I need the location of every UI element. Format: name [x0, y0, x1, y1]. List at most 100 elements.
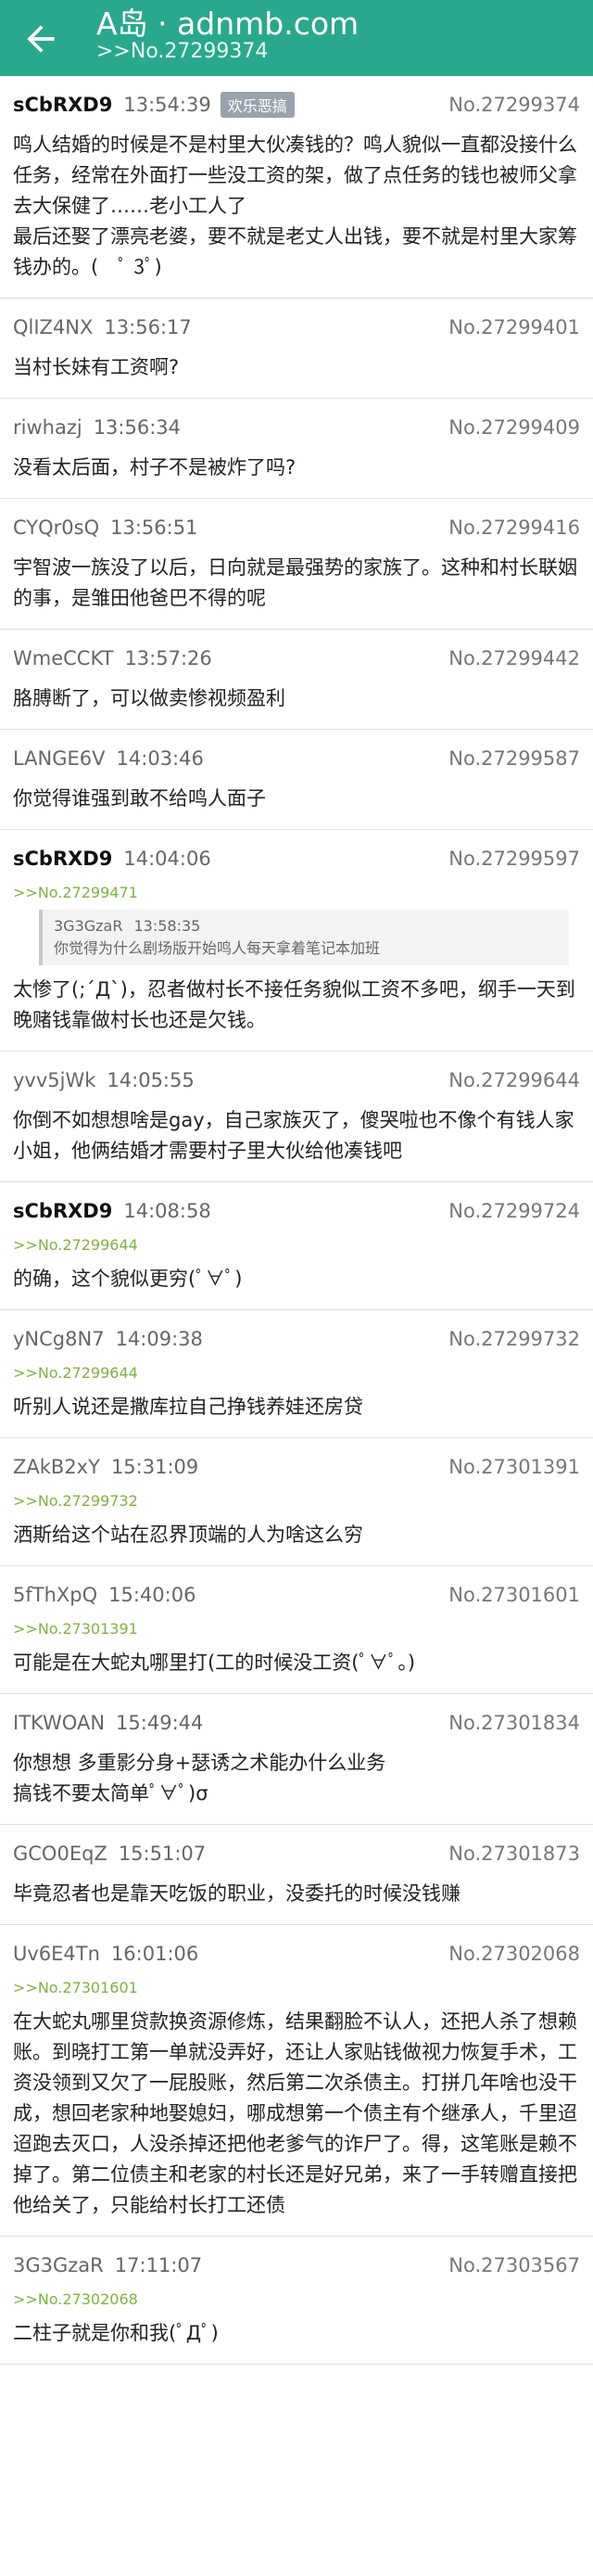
post-content: 你倒不如想想啥是gay，自己家族灭了，傻哭啦也不像个有钱人家小姐，他俩结婚才需要… [13, 1109, 574, 1162]
post-content: 太惨了(;´Д`)，忍者做村长不接任务貌似工资不多吧，纲手一天到晚赌钱靠做村长也… [13, 978, 575, 1031]
reply-post[interactable]: LANGE6V 14:03:46 No.27299587 你觉得谁强到敢不给鸣人面子 [0, 730, 593, 830]
post-content: 在大蛇丸哪里贷款换资源修炼，结果翻脸不认人，还把人杀了想赖账。到晓打工第一单就没… [13, 2010, 577, 2216]
reply-reference-link[interactable]: >>No.27299644 [13, 1364, 580, 1383]
reply-post[interactable]: 5fThXpQ 15:40:06 No.27301601 >>No.27301391 可… [0, 1566, 593, 1694]
reply-reference-link[interactable]: >>No.27299471 [13, 884, 580, 902]
post-meta: yvv5jWk 14:05:55 No.27299644 [13, 1065, 580, 1096]
post-user-id: sCbRXD9 [13, 848, 113, 870]
reply-post[interactable]: sCbRXD9 13:54:39 欢乐恶搞 No.27299374 鸣人结婚的时候是不是… [0, 76, 593, 299]
post-user-id: QlIZ4NX [13, 316, 94, 338]
post-time: 14:03:46 [116, 747, 204, 770]
post-meta: sCbRXD9 13:54:39 欢乐恶搞 No.27299374 [13, 89, 580, 121]
post-content: 听别人说还是撒库拉自己挣钱养娃还房贷 [13, 1396, 363, 1418]
post-user-id: sCbRXD9 [13, 1200, 113, 1222]
post-time: 13:56:51 [110, 516, 198, 539]
post-time: 14:09:38 [115, 1328, 203, 1350]
reply-reference-link[interactable]: >>No.27299732 [13, 1492, 580, 1511]
post-number[interactable]: No.27299587 [448, 747, 580, 770]
post-meta: sCbRXD9 14:04:06 No.27299597 [13, 843, 580, 874]
reply-reference-link[interactable]: >>No.27299644 [13, 1236, 580, 1255]
reply-post[interactable]: sCbRXD9 14:08:58 No.27299724 >>No.27299644 的… [0, 1182, 593, 1310]
reply-post[interactable]: yNCg8N7 14:09:38 No.27299732 >>No.27299644 听… [0, 1310, 593, 1438]
post-meta: sCbRXD9 14:08:58 No.27299724 [13, 1195, 580, 1227]
reply-reference-link[interactable]: >>No.27301601 [13, 1979, 580, 1997]
post-number[interactable]: No.27299644 [448, 1069, 580, 1091]
post-user-id: sCbRXD9 [13, 94, 113, 116]
post-number[interactable]: No.27299416 [448, 516, 580, 539]
post-content: 没看太后面，村子不是被炸了吗? [13, 456, 296, 478]
post-time: 13:56:17 [104, 316, 192, 338]
post-number[interactable]: No.27299732 [448, 1328, 580, 1350]
reply-post[interactable]: ITKWOAN 15:49:44 No.27301834 你想想 多重影分身+瑟诱之术… [0, 1694, 593, 1825]
post-number[interactable]: No.27299401 [448, 316, 580, 338]
reply-post[interactable]: sCbRXD9 14:04:06 No.27299597 >>No.27299471 3… [0, 830, 593, 1052]
post-number[interactable]: No.27299374 [448, 94, 580, 116]
post-content: 当村长妹有工资啊? [13, 356, 180, 378]
post-user-id: yvv5jWk [13, 1069, 96, 1091]
post-meta: CYQr0sQ 13:56:51 No.27299416 [13, 512, 580, 543]
post-time: 15:40:06 [108, 1584, 196, 1606]
post-content: 毕竟忍者也是靠天吃饭的职业，没委托的时候没钱赚 [13, 1882, 461, 1905]
reply-post[interactable]: Uv6E4Tn 16:01:06 No.27302068 >>No.27301601 在… [0, 1925, 593, 2237]
post-meta: QlIZ4NX 13:56:17 No.27299401 [13, 312, 580, 343]
back-arrow-icon[interactable] [20, 19, 61, 59]
post-user-id: LANGE6V [13, 747, 106, 770]
post-meta: 3G3GzaR 17:11:07 No.27303567 [13, 2250, 580, 2281]
post-content: 的确，这个貌似更穷(ﾟ∀ﾟ) [13, 1268, 243, 1290]
quoted-post-meta: 3G3GzaR 13:58:35 [54, 915, 558, 937]
reply-post[interactable]: WmeCCKT 13:57:26 No.27299442 胳膊断了，可以做卖惨视频盈利 [0, 630, 593, 730]
post-time: 14:08:58 [123, 1200, 211, 1222]
reply-post[interactable]: GCO0EqZ 15:51:07 No.27301873 毕竟忍者也是靠天吃饭的职业，… [0, 1825, 593, 1925]
post-time: 13:54:39 [123, 94, 211, 116]
post-time: 14:05:55 [107, 1069, 195, 1091]
post-number[interactable]: No.27301601 [448, 1584, 580, 1606]
page-title: A岛 · adnmb.com [96, 6, 360, 42]
post-content: 宇智波一族没了以后，日向就是最强势的家族了。这种和村长联姻的事，是雏田他爸巴不得… [13, 556, 577, 609]
quoted-post[interactable]: 3G3GzaR 13:58:35 你觉得为什么剧场版开始鸣人每天拿着笔记本加班 [39, 910, 569, 965]
post-content: 胳膊断了，可以做卖惨视频盈利 [13, 687, 285, 709]
post-meta: yNCg8N7 14:09:38 No.27299732 [13, 1323, 580, 1355]
post-time: 15:31:09 [110, 1456, 199, 1478]
post-user-id: riwhazj [13, 416, 82, 439]
post-time: 17:11:07 [114, 2254, 203, 2276]
reply-post[interactable]: yvv5jWk 14:05:55 No.27299644 你倒不如想想啥是gay，自己… [0, 1052, 593, 1182]
post-number[interactable]: No.27299597 [448, 848, 580, 870]
post-meta: ZAkB2xY 15:31:09 No.27301391 [13, 1451, 580, 1483]
post-meta: WmeCCKT 13:57:26 No.27299442 [13, 643, 580, 674]
post-number[interactable]: No.27301834 [448, 1712, 580, 1734]
post-content: 你想想 多重影分身+瑟诱之术能办什么业务 搞钱不要太简单ﾟ∀ﾟ)σ [13, 1752, 386, 1804]
post-meta: 5fThXpQ 15:40:06 No.27301601 [13, 1579, 580, 1611]
post-number[interactable]: No.27299409 [448, 416, 580, 439]
post-number[interactable]: No.27302068 [448, 1943, 580, 1965]
reply-post[interactable]: CYQr0sQ 13:56:51 No.27299416 宇智波一族没了以后，日向就是… [0, 499, 593, 630]
post-user-id: 3G3GzaR [13, 2254, 104, 2276]
post-meta: GCO0EqZ 15:51:07 No.27301873 [13, 1838, 580, 1869]
post-number[interactable]: No.27301391 [448, 1456, 580, 1478]
reply-post[interactable]: ZAkB2xY 15:31:09 No.27301391 >>No.27299732 洒… [0, 1438, 593, 1566]
post-user-id: CYQr0sQ [13, 516, 100, 539]
post-user-id: 5fThXpQ [13, 1584, 98, 1606]
board-badge[interactable]: 欢乐恶搞 [220, 92, 295, 118]
post-meta: riwhazj 13:56:34 No.27299409 [13, 412, 580, 443]
post-meta: Uv6E4Tn 16:01:06 No.27302068 [13, 1938, 580, 1970]
post-meta: LANGE6V 14:03:46 No.27299587 [13, 743, 580, 774]
post-time: 16:01:06 [110, 1943, 199, 1965]
reply-reference-link[interactable]: >>No.27301391 [13, 1620, 580, 1639]
post-user-id: ZAkB2xY [13, 1456, 100, 1478]
reply-reference-link[interactable]: >>No.27302068 [13, 2290, 580, 2309]
post-content: 你觉得谁强到敢不给鸣人面子 [13, 787, 266, 810]
post-number[interactable]: No.27299724 [448, 1200, 580, 1222]
reply-post[interactable]: riwhazj 13:56:34 No.27299409 没看太后面，村子不是被炸了吗… [0, 399, 593, 499]
post-time: 15:51:07 [118, 1843, 207, 1865]
app-bar: A岛 · adnmb.com >>No.27299374 [0, 0, 593, 76]
post-content: 可能是在大蛇丸哪里打(工的时候没工资(ﾟ∀ﾟ。) [13, 1651, 416, 1674]
post-meta: ITKWOAN 15:49:44 No.27301834 [13, 1707, 580, 1739]
reply-post[interactable]: QlIZ4NX 13:56:17 No.27299401 当村长妹有工资啊? [0, 299, 593, 399]
post-content: 二柱子就是你和我(ﾟДﾟ) [13, 2322, 219, 2344]
post-number[interactable]: No.27299442 [448, 647, 580, 670]
post-number[interactable]: No.27301873 [448, 1843, 580, 1865]
post-number[interactable]: No.27303567 [448, 2254, 580, 2276]
quoted-user-id: 3G3GzaR [54, 917, 123, 935]
reply-post[interactable]: 3G3GzaR 17:11:07 No.27303567 >>No.27302068 二… [0, 2237, 593, 2365]
post-time: 13:57:26 [124, 647, 212, 670]
